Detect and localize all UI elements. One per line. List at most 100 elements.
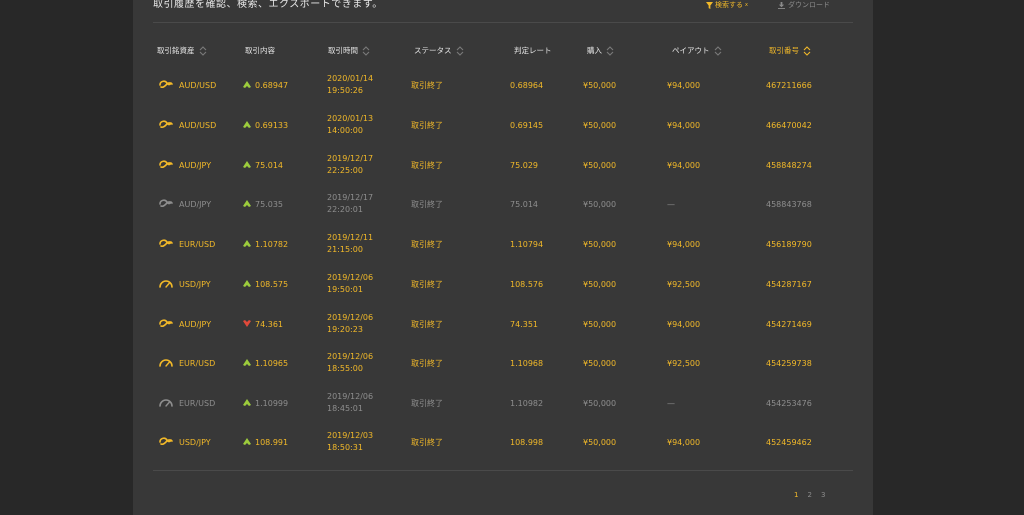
status-cell: 取引終了 (411, 438, 443, 447)
page-link-1[interactable]: 1 (794, 491, 798, 499)
trade-time: 19:20:23 (327, 325, 363, 334)
link-icon (158, 198, 174, 211)
table-row[interactable]: AUD/USD 0.68947 2020/01/14 19:50:26 取引終了 0.68… (0, 72, 1024, 102)
direction-cell: 1.10965 (243, 358, 288, 369)
direction-cell: 74.361 (243, 319, 283, 330)
time-cell: 2020/01/14 19:50:26 (327, 73, 373, 97)
asset-cell: AUD/JPY (158, 159, 211, 172)
up-arrow-icon (243, 398, 251, 409)
trade-date: 2019/12/06 (327, 352, 374, 361)
link-icon (158, 318, 174, 331)
search-button-label: 検索する (715, 1, 743, 9)
judgement-rate-cell: 108.998 (510, 438, 544, 447)
time-cell: 2019/12/06 19:20:23 (327, 312, 373, 336)
status-cell: 取引終了 (411, 359, 443, 368)
purchase-cell: ¥50,000 (583, 121, 617, 130)
superscript-mark: x (745, 2, 748, 8)
column-header-label: 取引番号 (769, 46, 799, 55)
direction-cell: 1.10999 (243, 398, 288, 409)
link-icon (158, 79, 174, 92)
page-link-3[interactable]: 3 (821, 491, 825, 499)
table-row[interactable]: USD/JPY 108.991 2019/12/03 18:50:31 取引終了 108.… (0, 429, 1024, 459)
judgement-rate-cell: 0.69145 (510, 121, 544, 130)
trade-time: 22:25:00 (327, 166, 363, 175)
asset-name: AUD/JPY (179, 320, 212, 329)
time-cell: 2019/12/11 21:15:00 (327, 232, 373, 256)
time-cell: 2019/12/06 19:50:01 (327, 272, 373, 296)
download-button[interactable]: ダウンロード (777, 0, 830, 10)
column-header-purchase[interactable]: 購入 (587, 45, 614, 56)
payout-cell: ¥94,000 (667, 81, 701, 90)
table-row[interactable]: AUD/JPY 74.361 2019/12/06 19:20:23 取引終了 74.35… (0, 311, 1024, 341)
column-header-label: ペイアウト (672, 46, 710, 55)
direction-cell: 0.69133 (243, 120, 288, 131)
asset-cell: AUD/JPY (158, 198, 211, 211)
purchase-cell: ¥50,000 (583, 438, 617, 447)
page-link-2[interactable]: 2 (807, 491, 811, 499)
download-icon (777, 1, 785, 9)
gauge-icon (158, 278, 174, 291)
bottom-divider (153, 470, 853, 471)
table-row[interactable]: AUD/USD 0.69133 2020/01/13 14:00:00 取引終了 0.69… (0, 112, 1024, 142)
column-header-label: 取引銘資産 (157, 46, 195, 55)
time-cell: 2019/12/03 18:50:31 (327, 430, 373, 454)
direction-cell: 0.68947 (243, 80, 288, 91)
payout-cell: ¥94,000 (667, 320, 701, 329)
trade-time: 22:20:01 (327, 205, 363, 214)
asset-name: AUD/USD (179, 121, 217, 130)
purchase-cell: ¥50,000 (583, 240, 617, 249)
asset-cell: USD/JPY (158, 436, 211, 449)
column-header-label: 取引内容 (245, 46, 275, 55)
page-description: 取引履歴を確認、検索、エクスポートできます。 (153, 0, 383, 10)
time-cell: 2019/12/06 18:45:01 (327, 391, 373, 415)
column-header-trade_id[interactable]: 取引番号 (769, 45, 811, 56)
trade-date: 2019/12/17 (327, 193, 374, 202)
link-icon (158, 436, 174, 449)
column-header-label: 判定レート (514, 46, 552, 55)
judgement-rate-cell: 1.10968 (510, 359, 544, 368)
trade-time: 21:15:00 (327, 245, 363, 254)
sort-icon (456, 45, 464, 56)
table-row[interactable]: EUR/USD 1.10999 2019/12/06 18:45:01 取引終了 1.10… (0, 390, 1024, 420)
sort-icon (714, 45, 722, 56)
trade-date: 2019/12/17 (327, 154, 374, 163)
table-row[interactable]: AUD/JPY 75.014 2019/12/17 22:25:00 取引終了 75.02… (0, 152, 1024, 182)
sort-icon (199, 45, 207, 56)
trade-id-cell: 458848274 (766, 161, 812, 170)
trade-id-cell: 458843768 (766, 200, 812, 209)
column-header-label: 取引時間 (328, 46, 358, 55)
judgement-rate-cell: 1.10794 (510, 240, 544, 249)
gauge-icon (158, 357, 174, 370)
column-header-rate[interactable]: 判定レート (514, 45, 552, 56)
trade-time: 18:45:01 (327, 404, 363, 413)
asset-cell: USD/JPY (158, 278, 211, 291)
search-button[interactable]: 検索する x (706, 0, 748, 10)
column-header-direction[interactable]: 取引内容 (245, 45, 275, 56)
time-cell: 2019/12/06 18:55:00 (327, 351, 373, 375)
table-row[interactable]: EUR/USD 1.10782 2019/12/11 21:15:00 取引終了 1.10… (0, 231, 1024, 261)
up-arrow-icon (243, 80, 251, 91)
column-header-payout[interactable]: ペイアウト (672, 45, 722, 56)
up-arrow-icon (243, 239, 251, 250)
sort-icon (606, 45, 614, 56)
table-row[interactable]: USD/JPY 108.575 2019/12/06 19:50:01 取引終了 108.… (0, 271, 1024, 301)
direction-cell: 75.014 (243, 160, 283, 171)
entry-rate: 1.10782 (255, 240, 289, 249)
column-header-status[interactable]: ステータス (414, 45, 464, 56)
asset-cell: EUR/USD (158, 357, 215, 370)
asset-name: EUR/USD (179, 359, 216, 368)
time-cell: 2019/12/17 22:25:00 (327, 153, 373, 177)
entry-rate: 75.014 (255, 161, 283, 170)
table-row[interactable]: EUR/USD 1.10965 2019/12/06 18:55:00 取引終了 1.10… (0, 350, 1024, 380)
column-header-time[interactable]: 取引時間 (328, 45, 370, 56)
entry-rate: 74.361 (255, 320, 283, 329)
asset-name: AUD/USD (179, 81, 217, 90)
gauge-icon (158, 397, 174, 410)
column-header-asset[interactable]: 取引銘資産 (157, 45, 207, 56)
table-row[interactable]: AUD/JPY 75.035 2019/12/17 22:20:01 取引終了 75.01… (0, 191, 1024, 221)
trade-time: 19:50:26 (327, 86, 363, 95)
trade-id-cell: 454287167 (766, 280, 812, 289)
trade-date: 2019/12/06 (327, 392, 374, 401)
asset-cell: AUD/USD (158, 119, 216, 132)
entry-rate: 1.10999 (255, 399, 289, 408)
